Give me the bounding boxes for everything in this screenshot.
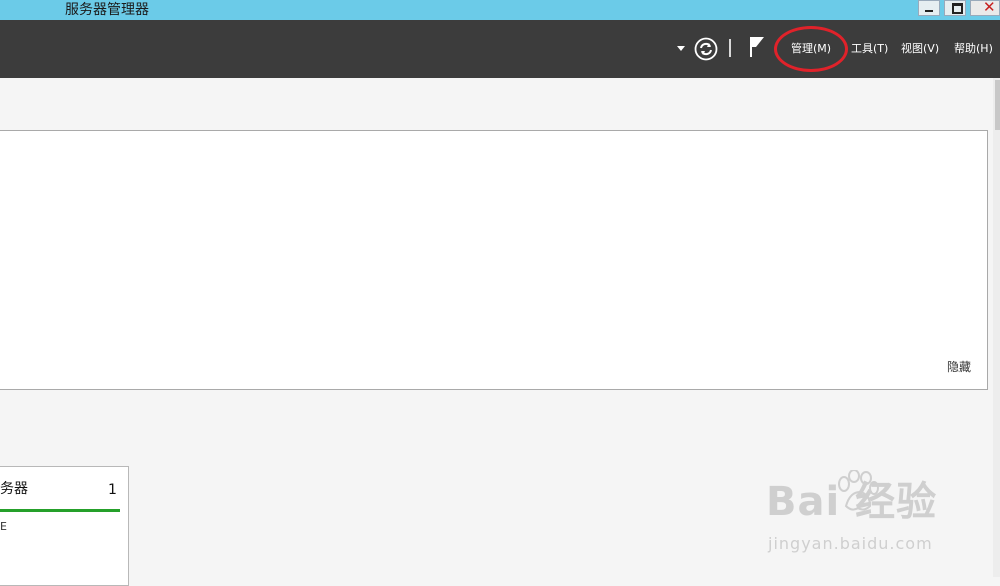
- notifications-flag-icon[interactable]: [748, 36, 768, 58]
- baidu-watermark-url: jingyan.baidu.com: [768, 534, 933, 553]
- menu-help[interactable]: 帮助(H): [954, 42, 993, 56]
- tile-subtitle: E: [0, 520, 7, 533]
- vertical-scrollbar[interactable]: [993, 78, 1000, 577]
- title-bar: 服务器管理器 ✕: [0, 0, 1000, 20]
- close-icon: ✕: [983, 0, 996, 16]
- baidu-watermark-logo: Bai 经验: [766, 479, 938, 525]
- highlight-annotation-circle: [774, 26, 848, 72]
- tile-count: 1: [108, 482, 117, 498]
- menu-view[interactable]: 视图(V): [901, 42, 939, 56]
- scrollbar-thumb[interactable]: [995, 80, 1000, 130]
- refresh-icon[interactable]: [694, 37, 718, 61]
- status-bar: [0, 509, 120, 512]
- restore-button[interactable]: [944, 0, 966, 16]
- window-title: 服务器管理器: [65, 2, 149, 18]
- toolbar: 管理(M) 工具(T) 视图(V) 帮助(H): [0, 20, 1000, 78]
- welcome-panel: [0, 130, 988, 390]
- dropdown-caret-icon[interactable]: [677, 46, 685, 51]
- close-button[interactable]: ✕: [970, 0, 1000, 16]
- tile-title: 务器: [0, 481, 28, 497]
- toolbar-separator: [729, 39, 731, 57]
- menu-tools[interactable]: 工具(T): [851, 42, 888, 56]
- hide-link[interactable]: 隐藏: [947, 358, 971, 375]
- minimize-button[interactable]: [918, 0, 940, 16]
